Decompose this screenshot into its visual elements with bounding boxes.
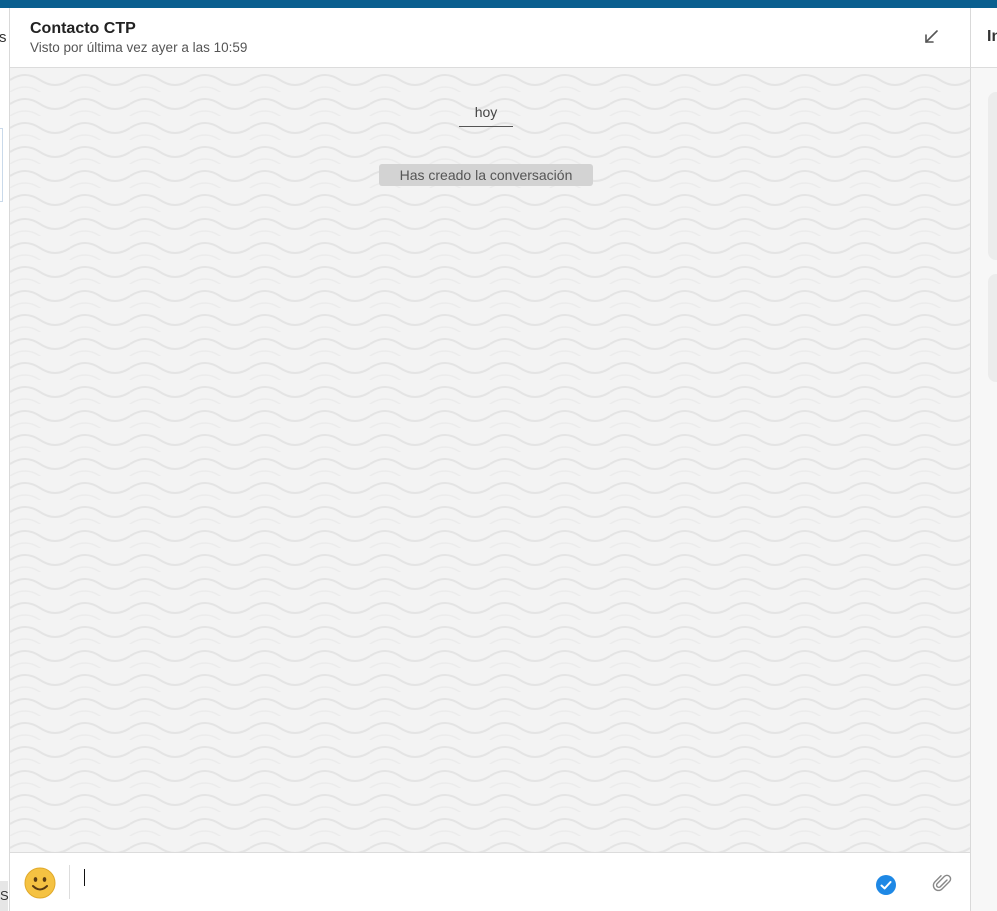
composer-divider <box>69 865 70 899</box>
system-message: Has creado la conversación <box>379 164 593 186</box>
info-panel: In <box>970 8 997 911</box>
text-cursor <box>84 869 85 886</box>
emoji-button[interactable] <box>24 867 56 899</box>
info-card[interactable] <box>988 92 997 260</box>
message-composer <box>10 852 970 911</box>
send-button[interactable] <box>876 875 896 895</box>
message-area[interactable]: hoy Has creado la conversación <box>10 68 970 852</box>
attach-button[interactable] <box>931 872 953 894</box>
chat-window: Contacto CTP Visto por última vez ayer a… <box>10 8 970 911</box>
info-panel-body <box>971 68 997 911</box>
smiley-emoji-icon <box>24 867 56 899</box>
conversation-list-item-fragment[interactable] <box>0 128 3 202</box>
paperclip-icon <box>932 874 952 892</box>
date-separator: hoy <box>459 104 513 127</box>
minimize-button[interactable] <box>920 26 942 48</box>
conversation-list-edge: s S <box>0 8 10 911</box>
last-seen-status: Visto por última vez ayer a las 10:59 <box>30 40 248 55</box>
minimize-arrow-icon <box>925 30 938 43</box>
contact-name[interactable]: Contacto CTP <box>30 20 136 38</box>
top-accent-bar <box>0 0 997 8</box>
message-input[interactable] <box>80 863 860 899</box>
info-panel-title: In <box>987 28 997 45</box>
conversation-list-bottom-fragment: S <box>0 881 9 911</box>
info-card[interactable] <box>988 274 997 382</box>
check-circle-icon <box>876 875 896 895</box>
info-panel-header: In <box>971 8 997 68</box>
chat-header: Contacto CTP Visto por última vez ayer a… <box>10 8 970 68</box>
conversation-list-fragment-text: s <box>0 29 7 46</box>
